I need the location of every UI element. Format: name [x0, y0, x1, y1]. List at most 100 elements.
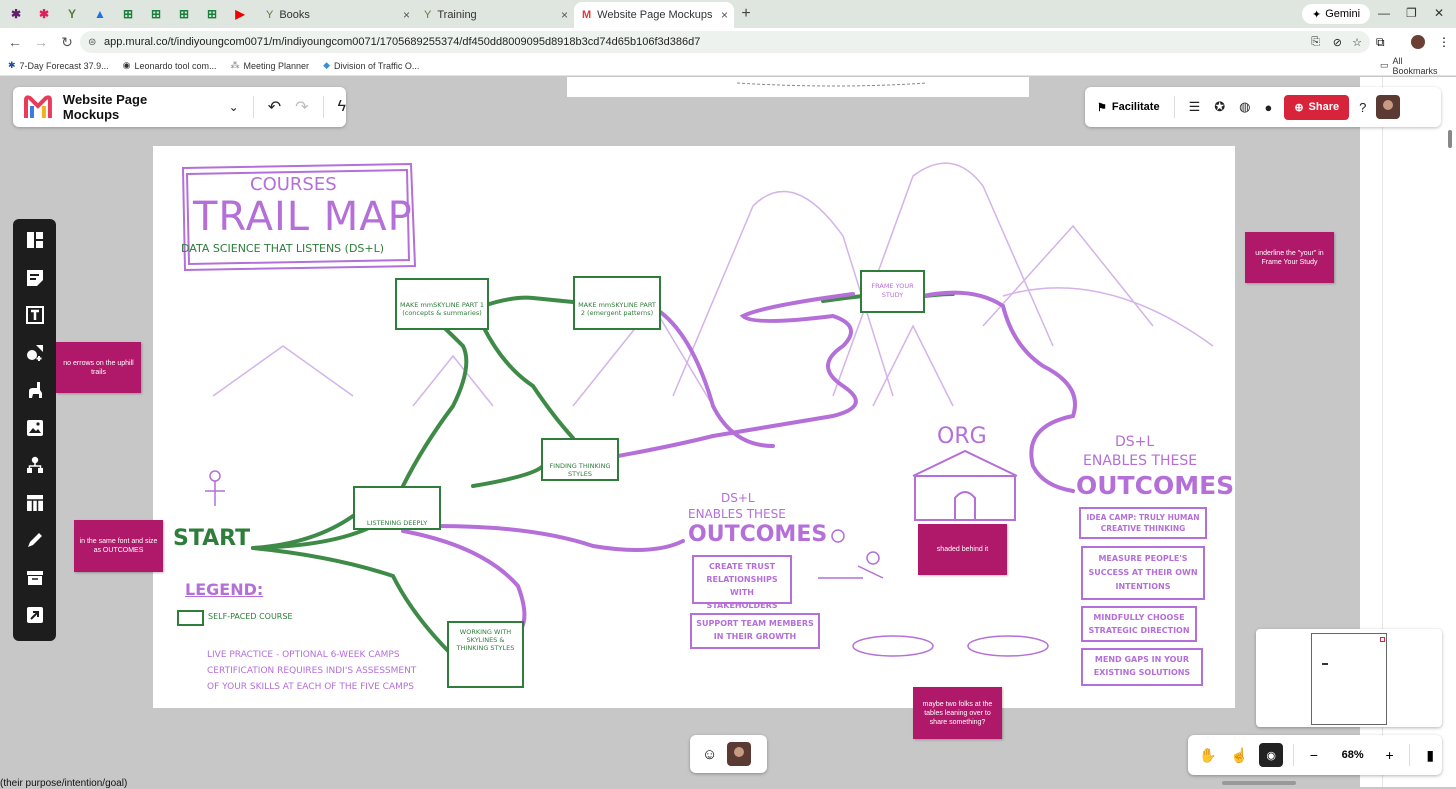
reaction-smile-icon[interactable]: ☺ — [702, 746, 717, 763]
course-finding-thinking-styles[interactable]: FINDING THINKING STYLES — [544, 462, 616, 478]
pinned-tab-sheets-2[interactable]: ⊞ — [144, 2, 168, 26]
sticky-note-shaded-behind[interactable]: shaded behind it — [918, 524, 1007, 575]
course-mmskyline-part-2[interactable]: MAKE mmSKYLINE PART 2 (emergent patterns… — [576, 301, 658, 317]
facilitate-button[interactable]: ⚑ Facilitate — [1097, 101, 1160, 114]
browser-tab-bar: ✱ ✱ Y ▲ ⊞ ⊞ ⊞ ⊞ ▶ Y Books × Y Training ×… — [0, 0, 1456, 28]
share-button[interactable]: ⊕ Share — [1284, 94, 1350, 120]
minimap-toggle-icon[interactable]: ◉ — [1259, 743, 1284, 767]
gemini-button[interactable]: ✦ Gemini — [1302, 4, 1371, 24]
archive-icon[interactable] — [23, 566, 47, 589]
outline-icon[interactable]: ☰ — [1189, 99, 1201, 115]
pinned-tab-slack[interactable]: ✱ — [4, 2, 28, 26]
profile-avatar[interactable] — [1411, 35, 1425, 49]
course-frame-your-study[interactable]: FRAME YOUR STUDY — [865, 282, 920, 300]
vertical-scrollbar[interactable] — [1448, 130, 1452, 148]
course-working-with-skylines[interactable]: WORKING WITH SKYLINES & THINKING STYLES — [450, 628, 521, 652]
panel-toggle-icon[interactable]: ▮ — [1418, 743, 1442, 767]
legend-live-line-2: CERTIFICATION REQUIRES INDI'S ASSESSMENT — [207, 666, 417, 676]
redo-icon[interactable]: ↷ — [295, 97, 308, 117]
collaborator-avatar[interactable] — [727, 742, 752, 766]
back-icon[interactable]: ← — [2, 34, 28, 50]
window-close-icon[interactable]: ✕ — [1434, 6, 1444, 20]
lightning-icon[interactable]: ϟ — [338, 98, 346, 116]
maximize-icon[interactable]: ❐ — [1406, 6, 1417, 20]
cursor-tool-icon[interactable]: ☝ — [1228, 743, 1252, 767]
tab-website-page-mockups[interactable]: M Website Page Mockups • indiy × — [574, 2, 734, 28]
sticky-note-two-folks[interactable]: maybe two folks at the tables leaning ov… — [913, 687, 1002, 739]
course-listening-deeply[interactable]: LISTENING DEEPLY — [356, 519, 438, 527]
chevron-down-icon[interactable]: ⌄ — [229, 100, 239, 114]
tab-training[interactable]: Y Training × — [416, 2, 574, 28]
comments-star-icon[interactable]: ✪ — [1214, 99, 1225, 115]
bookmark-star-icon[interactable]: ☆ — [1352, 36, 1362, 49]
close-icon[interactable]: × — [403, 8, 410, 22]
undo-icon[interactable]: ↶ — [268, 97, 281, 117]
sticky-note-icon[interactable] — [23, 266, 47, 289]
collaboration-toolbar: ⚑ Facilitate ☰ ✪ ◍ ● ⊕ Share ? — [1085, 87, 1441, 127]
table-icon[interactable] — [23, 491, 47, 514]
sticky-note-underline-your[interactable]: underline the "your" in Frame Your Study — [1245, 232, 1334, 283]
new-tab-icon[interactable]: + — [734, 5, 758, 23]
bookmark-meeting-planner[interactable]: ⁂ Meeting Planner — [231, 60, 310, 71]
frame-above[interactable] — [567, 77, 1029, 97]
pinned-tab-sheets[interactable]: ⊞ — [116, 2, 140, 26]
close-icon[interactable]: × — [721, 8, 728, 22]
user-icon[interactable]: ● — [1264, 100, 1272, 115]
org-label: ORG — [937, 424, 987, 449]
text-icon[interactable] — [23, 304, 47, 327]
close-icon[interactable]: × — [561, 8, 568, 22]
pinned-tab-youtube[interactable]: ▶ — [228, 2, 252, 26]
zoom-in-icon[interactable]: + — [1378, 743, 1402, 767]
reload-icon[interactable]: ↻ — [54, 34, 80, 51]
pinned-tab-slack-2[interactable]: ✱ — [32, 2, 56, 26]
templates-icon[interactable] — [23, 229, 47, 252]
forward-icon[interactable]: → — [28, 34, 54, 50]
minimize-icon[interactable]: — — [1378, 6, 1390, 20]
menu-kebab-icon[interactable]: ⋮ — [1438, 35, 1450, 49]
trail-map-board[interactable]: COURSES TRAIL MAP DATA SCIENCE THAT LIST… — [153, 146, 1235, 708]
mural-logo-icon[interactable] — [23, 94, 53, 120]
zoom-level[interactable]: 68% — [1342, 749, 1364, 761]
legend-course-label: SELF-PACED COURSE — [208, 612, 293, 621]
install-icon[interactable]: ⎘ — [1311, 36, 1320, 49]
outcome-idea-camp: IDEA CAMP: TRULY HUMAN CREATIVE THINKING — [1086, 513, 1200, 533]
eye-slash-icon[interactable]: ⊘ — [1333, 36, 1342, 49]
tab-books[interactable]: Y Books × — [258, 2, 416, 28]
llama-icon[interactable] — [23, 379, 47, 402]
pinned-tab-drive[interactable]: ▲ — [88, 2, 112, 26]
all-bookmarks[interactable]: ▭ All Bookmarks — [1380, 56, 1450, 76]
minimap[interactable] — [1256, 629, 1442, 727]
facilitate-icon: ⚑ — [1097, 101, 1107, 114]
sparkle-icon: ✦ — [1312, 8, 1322, 21]
pinned-tab-sheets-3[interactable]: ⊞ — [172, 2, 196, 26]
outcomes-right-title: OUTCOMES — [1076, 471, 1235, 500]
bookmark-forecast[interactable]: ✱ 7-Day Forecast 37.9... — [8, 60, 109, 71]
draw-pen-icon[interactable] — [23, 529, 47, 552]
shapes-icon[interactable] — [23, 341, 47, 364]
header-courses: COURSES — [250, 174, 337, 195]
pinned-tab-sheets-4[interactable]: ⊞ — [200, 2, 224, 26]
image-icon[interactable] — [23, 416, 47, 439]
side-panel-icon[interactable]: ⧉ — [1376, 35, 1385, 50]
bookmark-traffic[interactable]: ◆ Division of Traffic O... — [323, 60, 419, 71]
bookmark-leonardo[interactable]: ◉ Leonardo tool com... — [123, 60, 217, 71]
zoom-divider — [1293, 744, 1294, 766]
legend-live-line-1: LIVE PRACTICE - OPTIONAL 6-WEEK CAMPS — [207, 650, 400, 660]
course-mmskyline-part-1[interactable]: MAKE mmSKYLINE PART 1 (concepts & summar… — [398, 301, 486, 317]
chat-icon[interactable]: ◍ — [1239, 99, 1250, 115]
zoom-out-icon[interactable]: − — [1302, 743, 1326, 767]
traffic-icon: ◆ — [323, 60, 330, 70]
mural-title[interactable]: Website Page Mockups — [63, 92, 207, 122]
y-icon: Y — [266, 9, 274, 21]
hand-tool-icon[interactable]: ✋ — [1196, 743, 1220, 767]
help-icon[interactable]: ? — [1359, 100, 1366, 115]
import-icon[interactable] — [23, 604, 47, 627]
user-avatar[interactable] — [1376, 95, 1401, 119]
sticky-note-uphill-trails[interactable]: no errows on the uphill trails — [56, 342, 141, 393]
horizontal-scrollbar[interactable] — [1222, 781, 1296, 785]
left-tool-rail — [13, 219, 56, 641]
diagram-icon[interactable] — [23, 454, 47, 477]
url-input[interactable]: ⊜ app.mural.co/t/indiyoungcom0071/m/indi… — [80, 31, 1370, 53]
pinned-tab-y[interactable]: Y — [60, 2, 84, 26]
sticky-note-same-font[interactable]: in the same font and size as OUTCOMES — [74, 520, 163, 572]
